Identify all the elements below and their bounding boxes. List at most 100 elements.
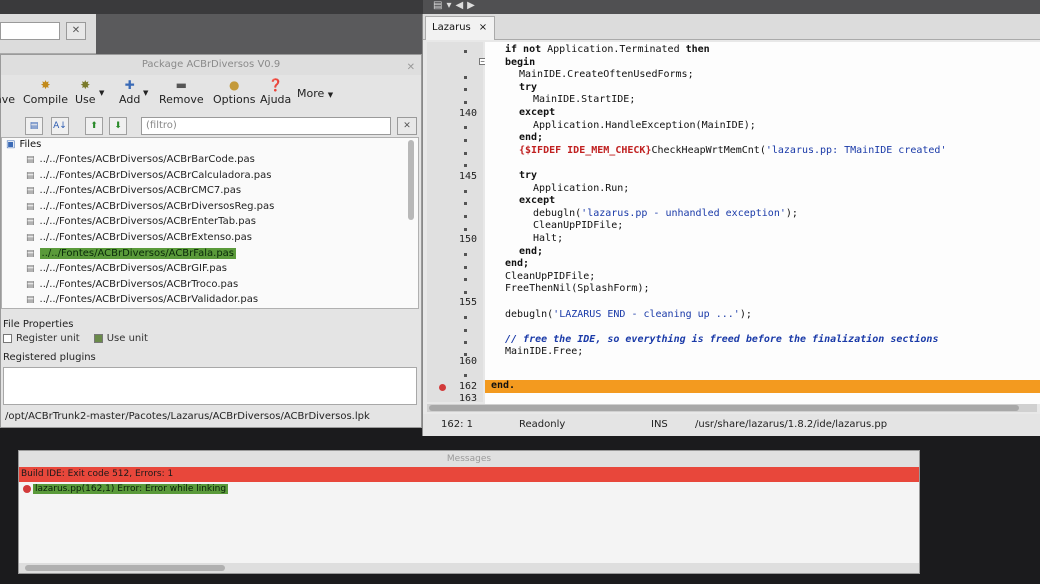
use-unit-checkbox[interactable]: Use unit bbox=[93, 333, 148, 344]
messages-scrollbar[interactable] bbox=[19, 563, 919, 573]
filter-input[interactable]: (filtro) bbox=[141, 117, 391, 135]
background-window-strip: ✕ bbox=[0, 14, 96, 54]
remove-icon: ▬ bbox=[175, 78, 187, 92]
file-list-item[interactable]: ▤ ../../Fontes/ACBrDiversos/ACBrDiversosR… bbox=[2, 199, 418, 215]
add-button[interactable]: ✚ Add bbox=[119, 77, 140, 107]
help-icon: ❓ bbox=[268, 78, 284, 92]
add-dropdown-arrow-icon[interactable]: ▼ bbox=[143, 89, 148, 97]
scrollbar-thumb[interactable] bbox=[429, 405, 1019, 411]
code-line: Application.HandleException(MainIDE); bbox=[533, 119, 756, 131]
file-icon: ▤ bbox=[26, 217, 35, 228]
file-list-item[interactable]: ▤ ../../Fontes/ACBrDiversos/ACBrFala.pas bbox=[2, 246, 418, 262]
tab-close-icon[interactable]: × bbox=[479, 22, 487, 33]
breakpoint-error-icon[interactable] bbox=[439, 384, 446, 391]
file-icon: ▤ bbox=[26, 264, 35, 275]
remove-button[interactable]: ▬ Remove bbox=[159, 77, 204, 107]
use-button[interactable]: ✸ Use bbox=[75, 77, 96, 107]
file-icon: ▤ bbox=[26, 248, 35, 259]
register-unit-checkbox[interactable]: Register unit bbox=[3, 333, 80, 344]
editor-horizontal-scrollbar[interactable] bbox=[427, 404, 1037, 412]
code-line: FreeThenNil(SplashForm); bbox=[505, 283, 650, 295]
use-dropdown-arrow-icon[interactable]: ▼ bbox=[99, 89, 104, 97]
file-list: ▤ ../../Fontes/ACBrDiversos/ACBrBarCode.p… bbox=[2, 152, 418, 308]
file-list-item[interactable]: ▤ ../../Fontes/ACBrDiversos/ACBrValidador… bbox=[2, 292, 418, 308]
gutter-dot bbox=[464, 88, 467, 91]
editor-status-bar: 162: 1 Readonly INS /usr/share/lazarus/1… bbox=[423, 414, 1040, 436]
background-input[interactable] bbox=[0, 22, 60, 40]
file-list-item[interactable]: ▤ ../../Fontes/ACBrDiversos/ACBrTroco.pas bbox=[2, 277, 418, 293]
sort-alpha-button[interactable]: ▤ bbox=[25, 117, 43, 135]
file-list-item[interactable]: ▤ ../../Fontes/ACBrDiversos/ACBrCalculado… bbox=[2, 168, 418, 184]
tab-lazarus[interactable]: Lazarus × bbox=[425, 16, 495, 40]
line-number: 150 bbox=[458, 234, 477, 245]
move-up-button[interactable]: ⬆ bbox=[85, 117, 103, 135]
file-list-item[interactable]: ▤ ../../Fontes/ACBrDiversos/ACBrExtenso.p… bbox=[2, 230, 418, 246]
tree-root-files[interactable]: ▣ Files bbox=[2, 138, 418, 152]
more-button[interactable]: More ▼ bbox=[297, 87, 333, 102]
checkbox-icon bbox=[3, 333, 12, 343]
gutter-dot bbox=[464, 253, 467, 256]
current-line-highlight bbox=[485, 380, 1040, 393]
gutter-dot bbox=[464, 50, 467, 53]
compile-button[interactable]: ✸ Compile bbox=[23, 77, 68, 107]
code-editor[interactable]: if not Application.Terminated then begin… bbox=[485, 42, 1040, 404]
options-button[interactable]: ● Options bbox=[213, 77, 255, 107]
gutter-dot bbox=[464, 316, 467, 319]
file-list-item[interactable]: ▤ ../../Fontes/ACBrDiversos/ACBrGIF.pas bbox=[2, 261, 418, 277]
tree-scrollbar[interactable] bbox=[408, 140, 414, 220]
sort-az-button[interactable]: A↓ bbox=[51, 117, 69, 135]
file-list-item[interactable]: ▤ ../../Fontes/ACBrDiversos/ACBrBarCode.p… bbox=[2, 152, 418, 168]
registered-plugins-list[interactable] bbox=[3, 367, 417, 405]
help-button[interactable]: ❓ Ajuda bbox=[260, 77, 291, 107]
code-line: if not Application.Terminated then bbox=[505, 44, 710, 55]
add-icon: ✚ bbox=[124, 78, 135, 92]
editor-nav-bar: ▤▾◀▶ bbox=[423, 0, 1040, 14]
filter-clear-button[interactable]: ✕ bbox=[397, 117, 417, 135]
file-icon: ▤ bbox=[26, 232, 35, 243]
line-number: 155 bbox=[458, 297, 477, 308]
error-message-row[interactable]: lazarus.pp(162,1) Error: Error while lin… bbox=[19, 482, 919, 496]
file-icon: ▤ bbox=[26, 155, 35, 165]
status-file: /usr/share/lazarus/1.8.2/ide/lazarus.pp bbox=[695, 419, 888, 430]
move-down-button[interactable]: ⬇ bbox=[109, 117, 127, 135]
code-line: MainIDE.StartIDE; bbox=[533, 94, 636, 106]
scrollbar-thumb[interactable] bbox=[25, 565, 225, 571]
gutter-dot bbox=[464, 329, 467, 332]
save-button[interactable]: ave bbox=[0, 77, 15, 107]
code-line: {$IFDEF IDE_MEM_CHECK}CheckHeapWrtMemCnt… bbox=[519, 144, 947, 156]
gutter-dot bbox=[464, 164, 467, 167]
options-icon: ● bbox=[228, 78, 240, 92]
status-position: 162: 1 bbox=[441, 419, 473, 430]
gutter-dot bbox=[464, 215, 467, 218]
code-line: try bbox=[519, 81, 538, 93]
file-icon: ▤ bbox=[26, 295, 35, 306]
gutter-dot bbox=[464, 152, 467, 155]
line-number: 145 bbox=[458, 171, 477, 182]
gutter-dot bbox=[464, 76, 467, 79]
package-window: Package ACBrDiversos V0.9 ✕ ave ✸ Compil… bbox=[0, 54, 422, 428]
line-gutter: 140 145 150 155 160 162 163 − bbox=[427, 42, 486, 404]
package-path: /opt/ACBrTrunk2-master/Pacotes/Lazarus/A… bbox=[5, 411, 370, 422]
line-number: 160 bbox=[458, 356, 477, 367]
file-list-item[interactable]: ▤ ../../Fontes/ACBrDiversos/ACBrEnterTab.… bbox=[2, 214, 418, 230]
file-icon: ▤ bbox=[26, 186, 35, 197]
code-line-current: end. bbox=[491, 380, 516, 391]
nav-arrows-icon[interactable]: ▤▾◀▶ bbox=[433, 0, 479, 11]
status-mode: Readonly bbox=[519, 419, 566, 430]
line-number: 140 bbox=[458, 108, 477, 119]
code-line: except bbox=[519, 195, 556, 207]
file-icon: ▤ bbox=[26, 279, 35, 290]
compile-icon: ✸ bbox=[40, 78, 51, 92]
background-clear-button[interactable]: ✕ bbox=[66, 22, 86, 40]
gutter-dot bbox=[464, 278, 467, 281]
code-line: try bbox=[519, 170, 538, 181]
messages-window: Messages Build IDE: Exit code 512, Error… bbox=[18, 450, 920, 574]
code-line: end; bbox=[519, 245, 544, 257]
gutter-dot bbox=[464, 190, 467, 193]
gutter-dot bbox=[464, 139, 467, 142]
build-summary-row[interactable]: Build IDE: Exit code 512, Errors: 1 bbox=[19, 467, 919, 482]
file-list-item[interactable]: ▤ ../../Fontes/ACBrDiversos/ACBrCMC7.pas bbox=[2, 183, 418, 199]
line-number: 162 bbox=[458, 381, 477, 392]
source-editor-window: ▤▾◀▶ Lazarus × 140 145 150 155 160 162 16… bbox=[422, 0, 1040, 436]
files-tree[interactable]: ▣ Files ▤ ../../Fontes/ACBrDiversos/ACBrBa… bbox=[1, 137, 419, 309]
